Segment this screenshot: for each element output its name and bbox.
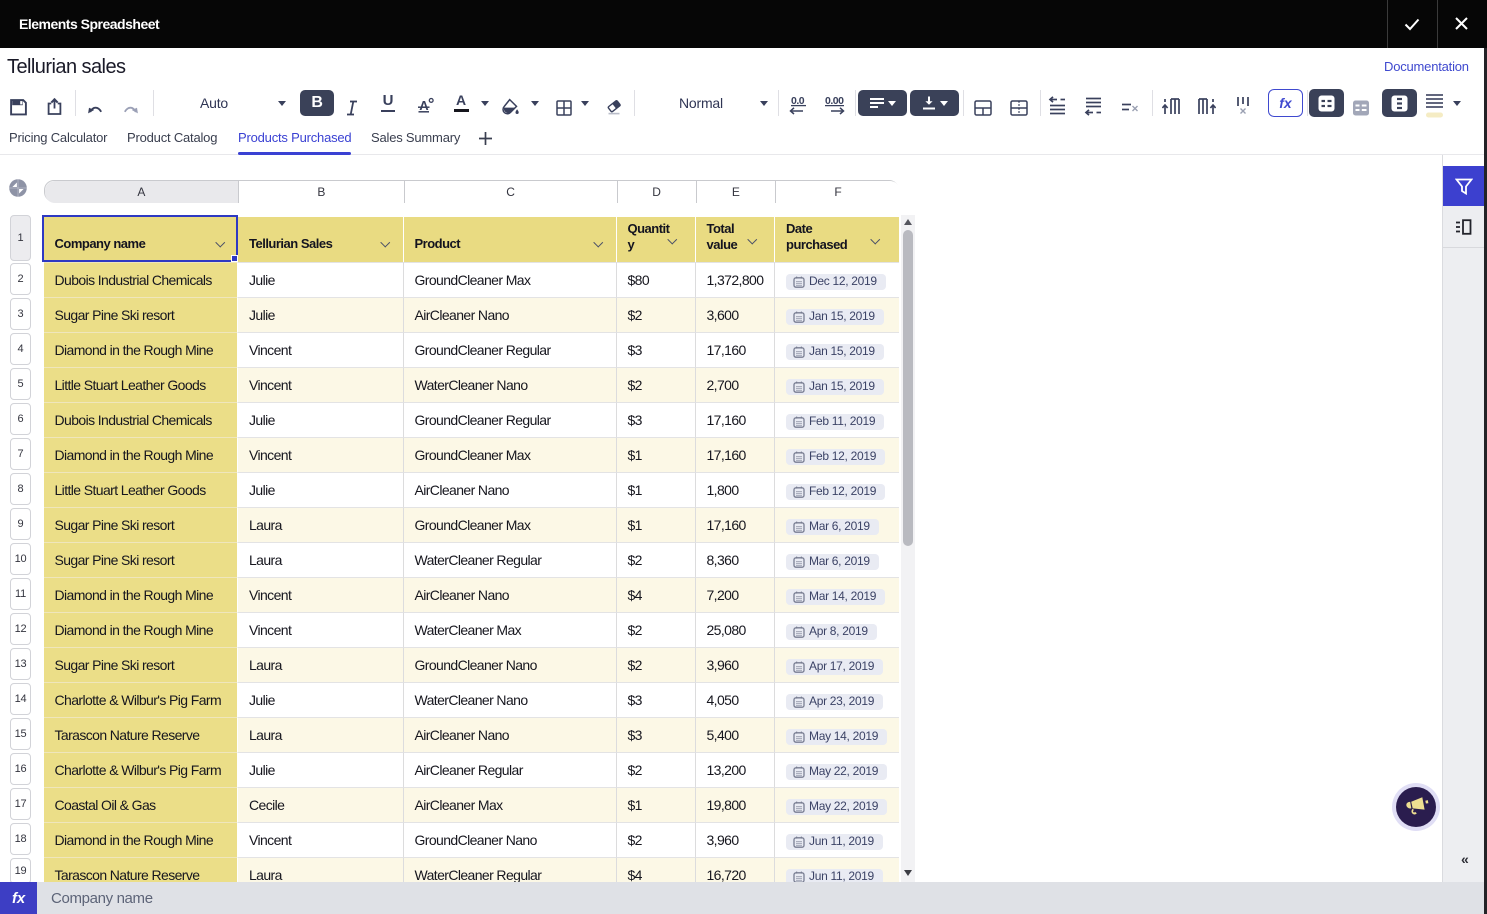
svg-text:A: A <box>419 98 429 113</box>
